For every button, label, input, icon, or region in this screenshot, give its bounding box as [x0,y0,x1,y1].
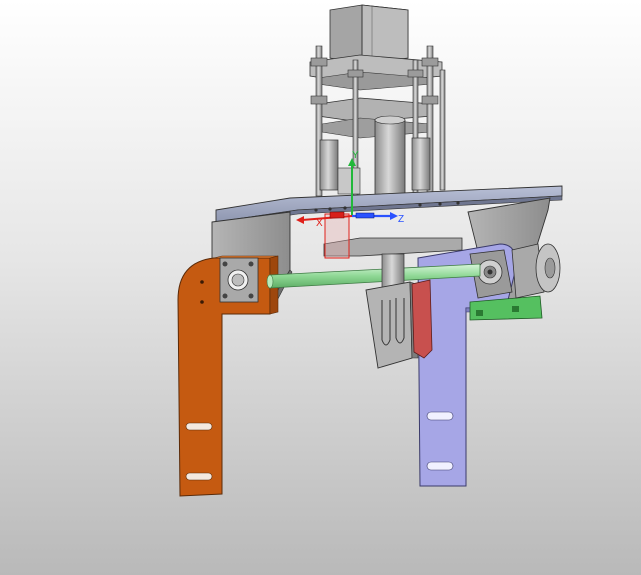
z-axis-arrowhead [390,212,398,220]
red-finger-plate[interactable] [411,279,433,359]
left-bearing-housing[interactable] [219,257,259,303]
top-stepper-motor[interactable] [329,4,409,65]
y-axis-label: Y [352,150,359,161]
x-axis-label: X [316,218,323,229]
cad-assembly[interactable]: Y X Z [0,0,641,575]
origin-marker [329,211,345,219]
z-axis-label: Z [398,214,404,225]
origin-z-marker [355,212,375,219]
x-axis-arrowhead [296,216,304,224]
selection-highlight [324,213,350,259]
gripper-block[interactable] [365,281,419,369]
side-motor[interactable] [511,243,561,299]
3d-model-viewport[interactable]: Y X Z [0,0,641,575]
